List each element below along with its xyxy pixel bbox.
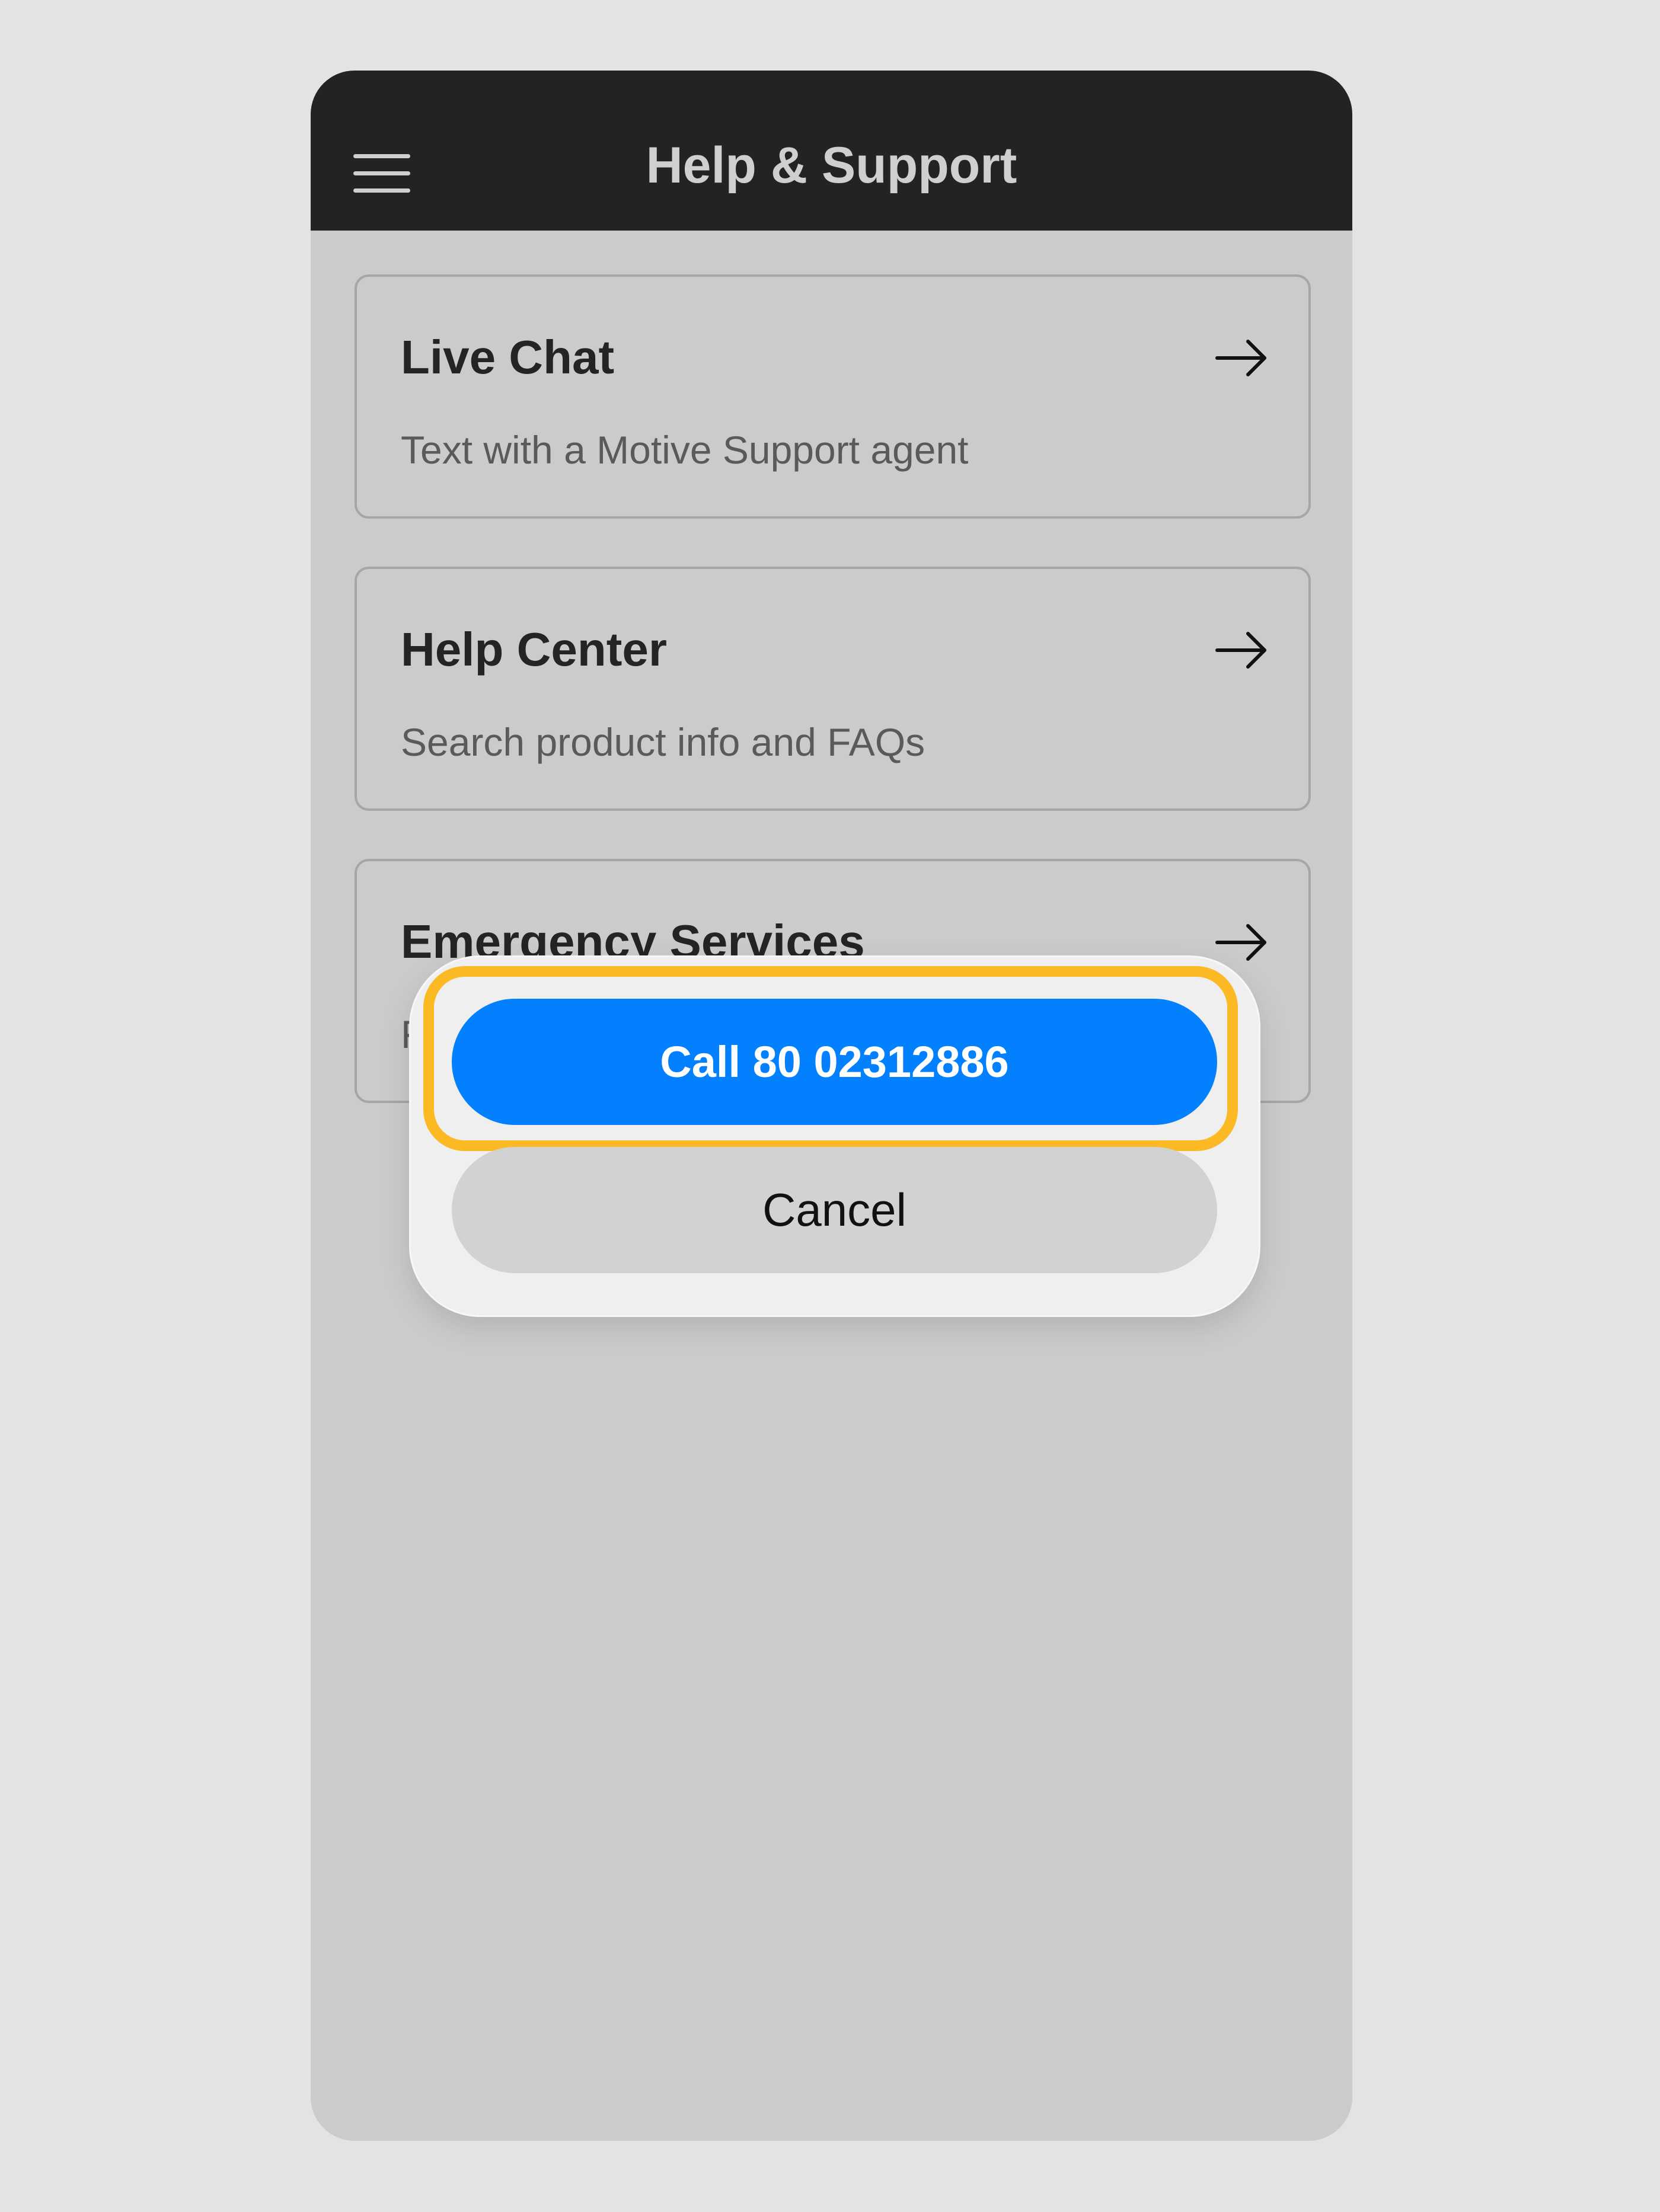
arrow-right-icon [1215,340,1266,376]
live-chat-card[interactable]: Live Chat Text with a Motive Support age… [355,274,1311,519]
canvas-background: Help & Support Live Chat Text with a Mot… [0,0,1660,2212]
app-header: Help & Support [311,71,1352,231]
card-description-help-center: Search product info and FAQs [401,720,925,764]
help-center-card[interactable]: Help Center Search product info and FAQs [355,567,1311,811]
cancel-button[interactable]: Cancel [452,1147,1217,1273]
highlight-outline [423,966,1238,1151]
arrow-right-icon [1215,632,1266,669]
page-title: Help & Support [646,137,1017,194]
card-title-live-chat: Live Chat [401,331,615,383]
card-description-live-chat: Text with a Motive Support agent [401,428,969,472]
card-title-help-center: Help Center [401,623,667,676]
arrow-right-icon [1215,924,1266,961]
